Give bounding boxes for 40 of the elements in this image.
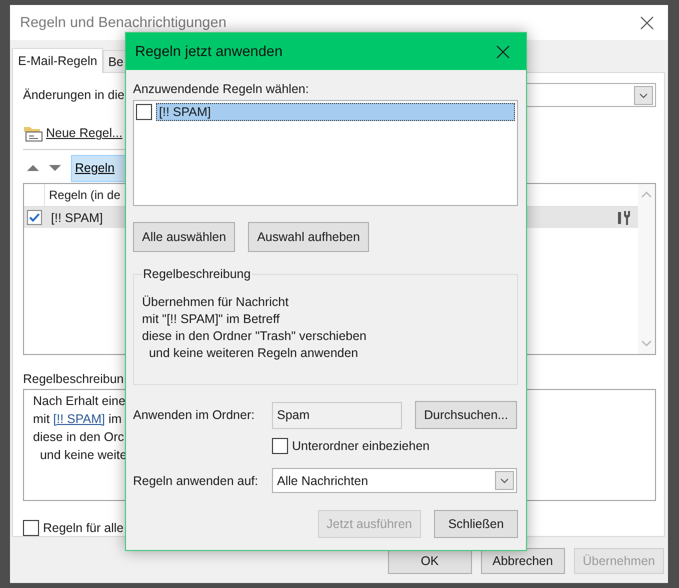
rule-name: [!! SPAM] xyxy=(51,210,104,224)
apply-to-label: Regeln anwenden auf: xyxy=(133,474,260,488)
checkbox-label: Unterordner einbeziehen xyxy=(292,439,430,453)
checkbox[interactable] xyxy=(272,438,288,454)
description-line: mit [!! SPAM] im xyxy=(33,411,122,428)
rule-description: Übernehmen für Nachricht mit "[!! SPAM]" im Betreff diese in den Ordner "Trash" verschieben und keine weiteren Regeln anwenden xyxy=(142,294,368,362)
rule-link[interactable]: [!! SPAM] xyxy=(53,412,106,426)
folder-label: Anwenden im Ordner: xyxy=(133,408,256,422)
checkbox[interactable] xyxy=(27,210,42,225)
folder-icon[interactable] xyxy=(23,124,43,142)
apply-to-dropdown[interactable]: Alle Nachrichten xyxy=(272,468,517,493)
checkbox-label: Regeln für alle xyxy=(43,521,124,535)
description-line: diese in den Orc xyxy=(33,429,124,446)
arrow-down-icon[interactable] xyxy=(49,164,61,172)
window-title: Regeln und Benachrichtigungen xyxy=(20,14,226,30)
description-line: Nach Erhalt eine xyxy=(33,393,126,410)
browse-button[interactable]: Durchsuchen... xyxy=(415,401,518,429)
select-button[interactable]: Auswahl aufheben xyxy=(248,222,369,252)
dialog-button[interactable]: Schließen xyxy=(434,510,518,538)
rule-item[interactable]: [!! SPAM] xyxy=(156,103,515,121)
list-label: Anzuwendende Regeln wählen: xyxy=(133,82,309,96)
checkbox[interactable] xyxy=(23,520,39,536)
new-rule-button[interactable]: Neue Regel... xyxy=(46,126,122,140)
tab[interactable]: E-Mail-Regeln xyxy=(12,48,104,73)
description-label: Regelbeschreibun xyxy=(23,372,125,386)
close-icon[interactable] xyxy=(496,44,510,58)
close-icon[interactable] xyxy=(640,16,654,30)
column-header[interactable]: Regeln (in de xyxy=(45,188,120,202)
select-button[interactable]: Alle auswählen xyxy=(133,222,236,252)
dialog-button[interactable]: Abbrechen xyxy=(480,548,565,574)
dialog-title: Regeln jetzt anwenden xyxy=(135,44,283,60)
group-title: Regelbeschreibung xyxy=(142,267,252,281)
chevron-down-icon xyxy=(495,471,514,490)
checkbox[interactable] xyxy=(136,104,152,120)
changes-label: Änderungen in die xyxy=(23,88,124,102)
description-line: und keine weite xyxy=(38,447,127,464)
chevron-down-icon xyxy=(634,86,653,104)
arrow-up-icon[interactable] xyxy=(27,164,39,172)
tools-icon[interactable] xyxy=(616,210,632,226)
folder-field[interactable]: Spam xyxy=(272,402,402,428)
